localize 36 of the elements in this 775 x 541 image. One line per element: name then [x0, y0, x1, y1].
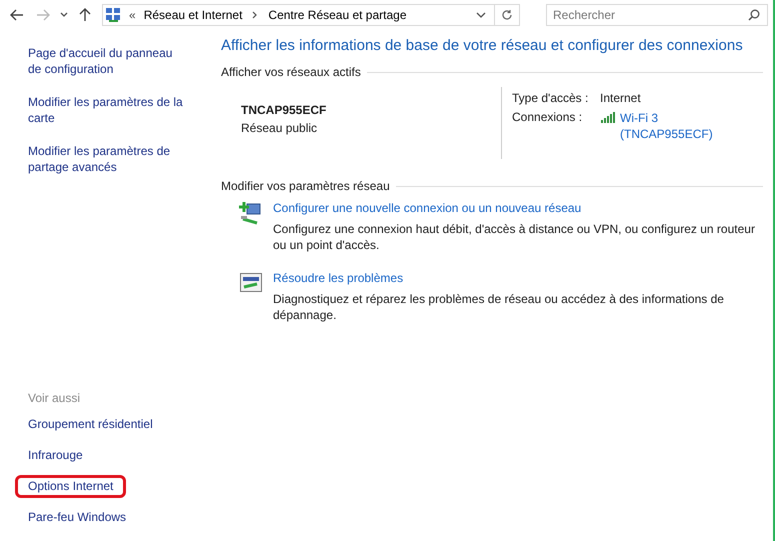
section-heading: Afficher vos réseaux actifs: [221, 65, 361, 79]
see-also-link[interactable]: Options Internet: [15, 475, 126, 498]
page-title: Afficher les informations de base de votre réseau et configurer des connexions: [221, 37, 744, 54]
see-also-link[interactable]: Infrarouge: [15, 444, 96, 467]
task-link[interactable]: Résoudre les problèmes: [273, 271, 763, 285]
breadcrumb-item[interactable]: Réseau et Internet: [144, 8, 242, 22]
property-value: Internet: [600, 91, 641, 105]
search-field[interactable]: Rechercher: [546, 4, 768, 26]
sidebar-link[interactable]: Page d'accueil du panneau de configuration: [28, 45, 188, 77]
see-also-link[interactable]: Pare-feu Windows: [15, 506, 140, 529]
caret-icon[interactable]: [60, 12, 68, 18]
breadcrumb-item[interactable]: Centre Réseau et partage: [268, 8, 407, 22]
connection-link[interactable]: Wi-Fi 3 (TNCAP955ECF): [620, 110, 713, 142]
dropdown-caret-icon[interactable]: [476, 12, 486, 18]
new-connection-icon: [239, 201, 263, 225]
address-bar[interactable]: « Réseau et Internet Centre Réseau et partage: [102, 4, 520, 26]
breadcrumb-overflow[interactable]: «: [129, 8, 136, 22]
troubleshoot-icon: [239, 271, 263, 295]
up-arrow-icon[interactable]: [79, 8, 91, 22]
task-link[interactable]: Configurer une nouvelle connexion ou un nouveau réseau: [273, 201, 763, 215]
see-also-link[interactable]: Groupement résidentiel: [15, 413, 166, 436]
network-category: Réseau public: [241, 121, 318, 135]
back-arrow-icon[interactable]: [10, 8, 24, 20]
property-label: Connexions :: [512, 110, 582, 126]
property-label: Type d'accès :: [512, 91, 588, 105]
network-icon: [105, 6, 121, 22]
section-heading: Modifier vos paramètres réseau: [221, 179, 390, 193]
network-name: TNCAP955ECF: [241, 103, 328, 117]
chevron-icon: [252, 10, 258, 18]
see-also-heading: Voir aussi: [28, 391, 80, 405]
task-description: Configurez une connexion haut débit, d'accès à distance ou VPN, ou configurez un routeur ou un point d'accès.: [273, 221, 756, 253]
sidebar-link[interactable]: Modifier les paramètres de partage avancés: [28, 143, 188, 175]
task-description: Diagnostiquez et réparez les problèmes de réseau ou accédez à des informations de dépannage.: [273, 291, 725, 323]
sidebar-link[interactable]: Modifier les paramètres de la carte: [28, 94, 188, 126]
wifi-signal-icon: [600, 111, 616, 123]
search-icon: [748, 8, 760, 20]
